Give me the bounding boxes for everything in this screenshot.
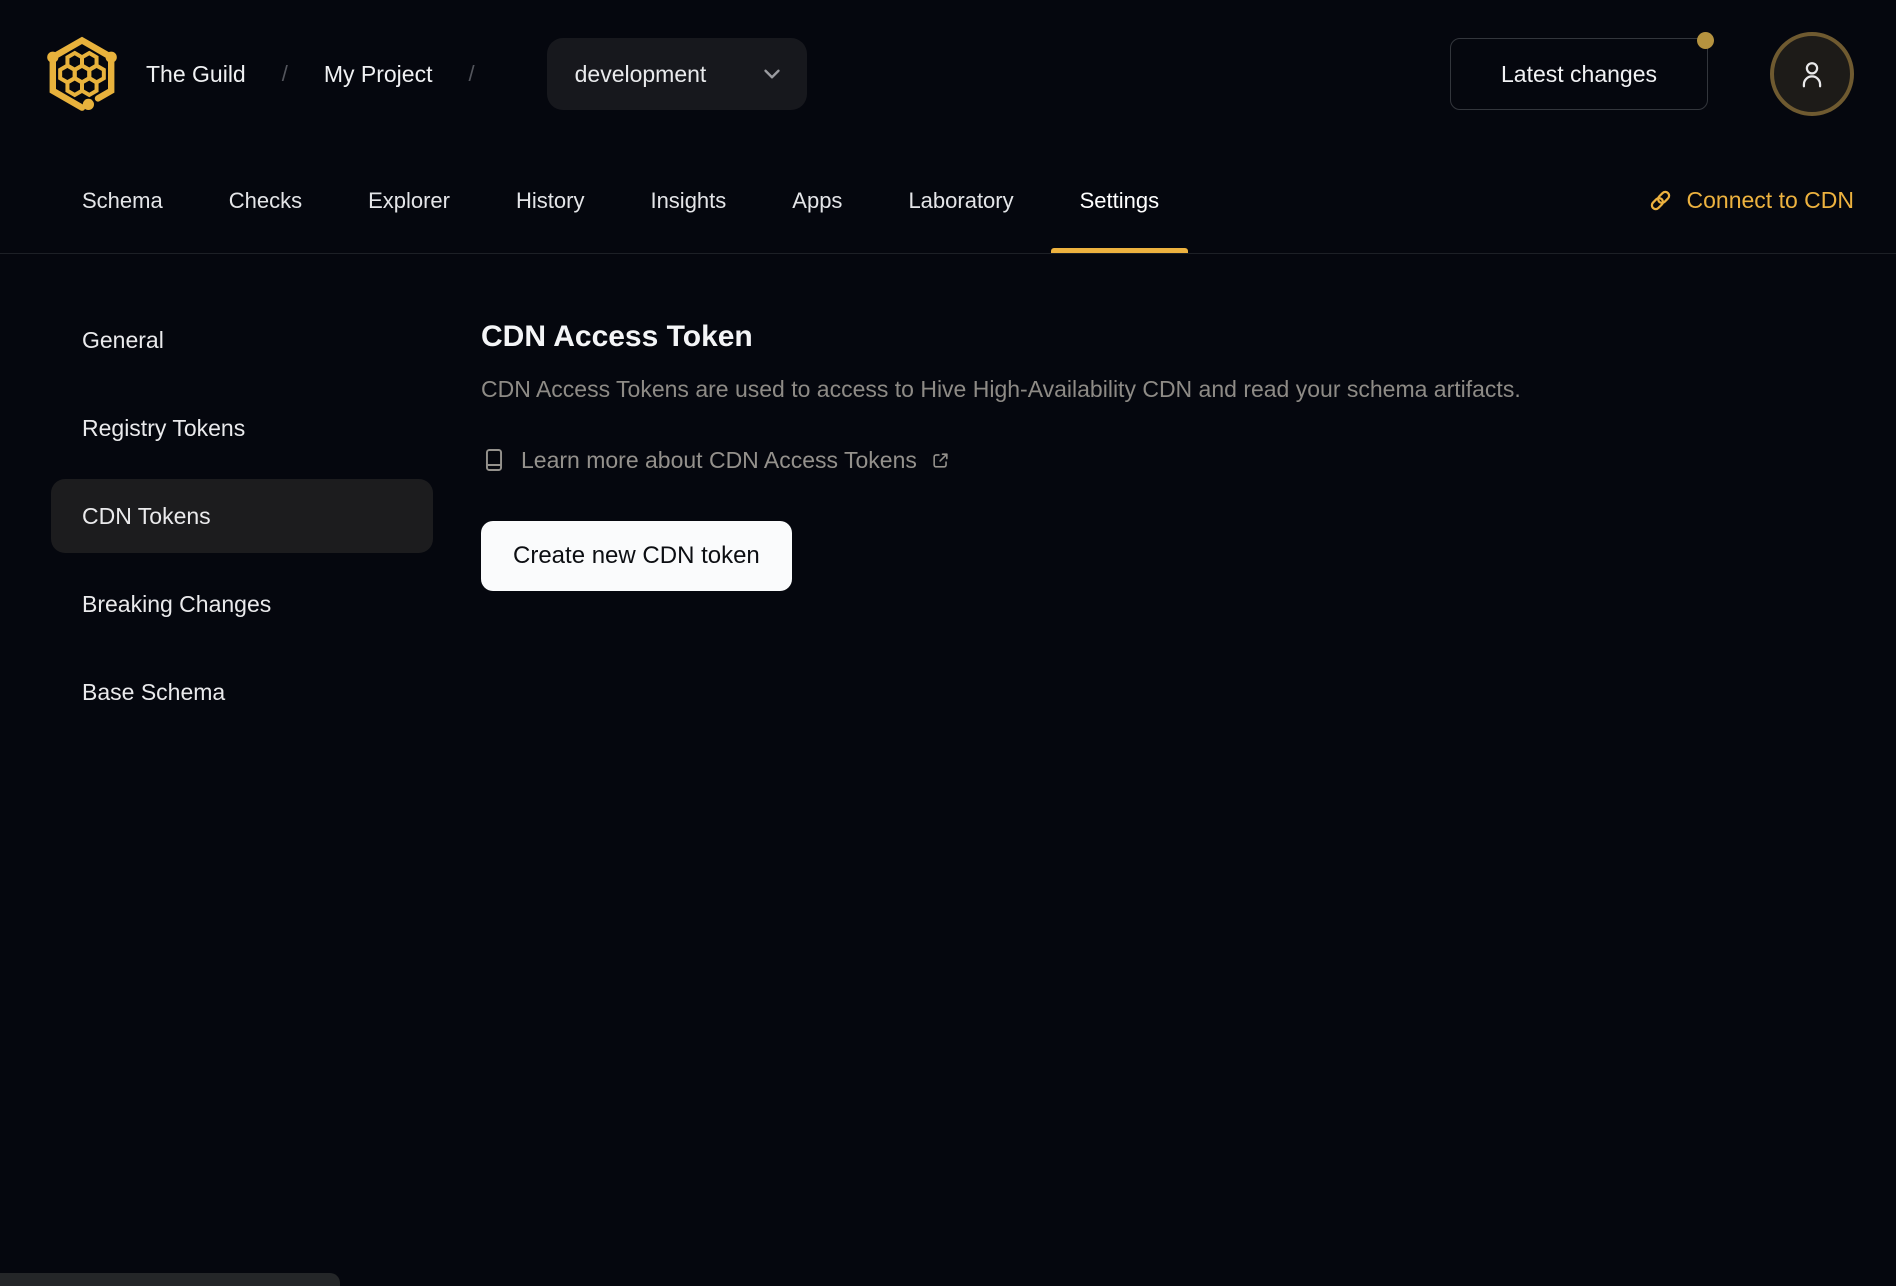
link-icon	[1647, 187, 1674, 214]
main-content: CDN Access Token CDN Access Tokens are u…	[481, 303, 1521, 743]
tab-insights[interactable]: Insights	[617, 148, 759, 253]
settings-sidebar: General Registry Tokens CDN Tokens Break…	[51, 303, 433, 743]
tab-explorer[interactable]: Explorer	[335, 148, 483, 253]
user-icon	[1794, 56, 1830, 92]
connect-to-cdn-link[interactable]: Connect to CDN	[1647, 148, 1854, 253]
hive-logo-icon[interactable]	[42, 34, 122, 114]
tab-apps[interactable]: Apps	[759, 148, 875, 253]
sidebar-item-base-schema[interactable]: Base Schema	[51, 655, 433, 729]
sidebar-item-general[interactable]: General	[51, 303, 433, 377]
latest-changes-button[interactable]: Latest changes	[1450, 32, 1714, 110]
breadcrumb-separator: /	[281, 61, 288, 86]
header: The Guild / My Project / development Lat…	[0, 0, 1896, 148]
tab-checks[interactable]: Checks	[196, 148, 335, 253]
latest-changes-label: Latest changes	[1500, 60, 1657, 87]
notification-dot	[1697, 32, 1714, 49]
breadcrumb: The Guild / My Project /	[146, 61, 511, 88]
user-avatar[interactable]	[1770, 32, 1854, 116]
target-selector-value: development	[574, 60, 707, 87]
connect-to-cdn-label: Connect to CDN	[1686, 187, 1854, 213]
external-link-icon	[931, 451, 950, 470]
content-area: General Registry Tokens CDN Tokens Break…	[0, 254, 1896, 743]
chevron-down-icon	[759, 61, 785, 87]
primary-nav: Schema Checks Explorer History Insights …	[0, 148, 1896, 254]
sidebar-item-breaking-changes[interactable]: Breaking Changes	[51, 567, 433, 641]
app-root: The Guild / My Project / development Lat…	[0, 0, 1896, 1286]
book-icon	[481, 447, 507, 473]
sidebar-item-cdn-tokens[interactable]: CDN Tokens	[51, 479, 433, 553]
tab-history[interactable]: History	[483, 148, 617, 253]
tab-schema[interactable]: Schema	[49, 148, 196, 253]
horizontal-scrollbar[interactable]	[0, 1273, 340, 1286]
tab-settings[interactable]: Settings	[1047, 148, 1193, 253]
create-cdn-token-button[interactable]: Create new CDN token	[481, 520, 792, 591]
learn-more-link[interactable]: Learn more about CDN Access Tokens	[481, 447, 950, 474]
breadcrumb-org[interactable]: The Guild	[146, 61, 246, 88]
breadcrumb-separator: /	[468, 61, 475, 86]
target-selector[interactable]: development	[546, 38, 807, 110]
sidebar-item-registry-tokens[interactable]: Registry Tokens	[51, 391, 433, 465]
page-title: CDN Access Token	[481, 320, 753, 353]
learn-more-label: Learn more about CDN Access Tokens	[521, 446, 917, 473]
tab-laboratory[interactable]: Laboratory	[875, 148, 1046, 253]
page-description: CDN Access Tokens are used to access to …	[481, 375, 1521, 402]
breadcrumb-project[interactable]: My Project	[324, 61, 433, 88]
